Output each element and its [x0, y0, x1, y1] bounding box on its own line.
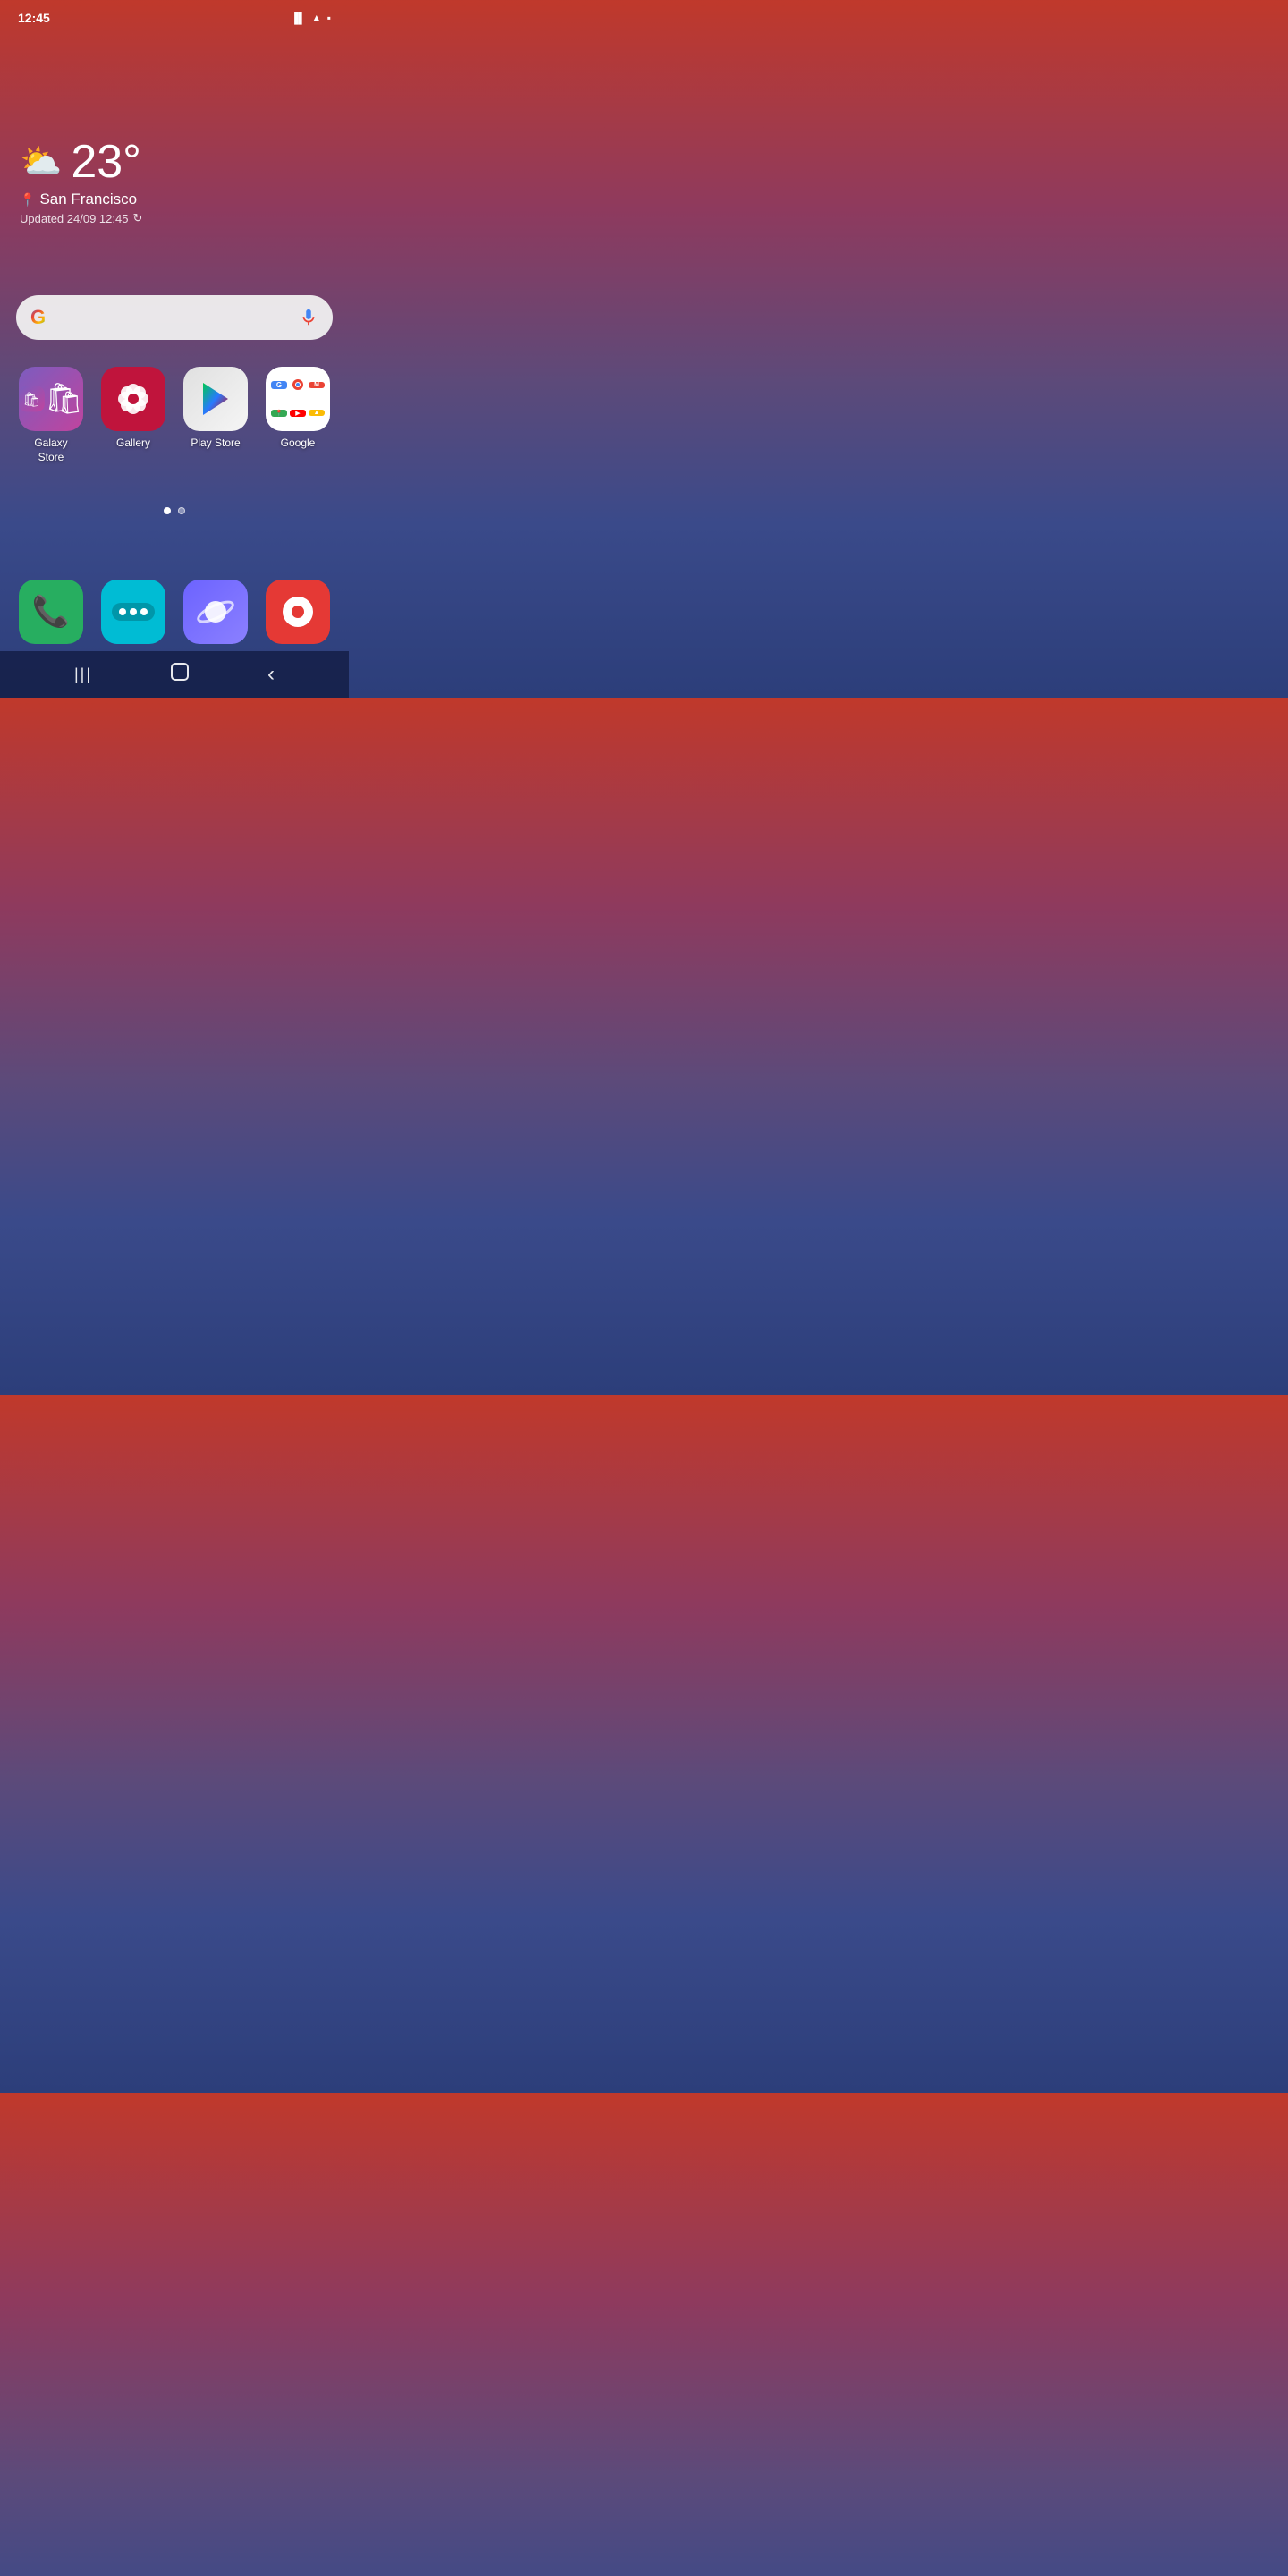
status-bar: 12:45 ▐▌ ▲ ▪ [0, 0, 349, 25]
dock-phone[interactable]: 📞 [15, 580, 87, 644]
play-store-label: Play Store [191, 436, 240, 451]
gallery-icon [101, 367, 165, 431]
galaxy-store-label: GalaxyStore [34, 436, 67, 464]
weather-location: 📍 San Francisco [20, 191, 142, 208]
app-play-store[interactable]: Play Store [180, 367, 251, 464]
dock-record[interactable] [262, 580, 334, 644]
nav-bar: ||| ‹ [0, 651, 349, 698]
nav-menu-button[interactable]: ||| [74, 665, 92, 684]
dock-messages[interactable] [97, 580, 169, 644]
dock: 📞 [0, 580, 349, 644]
weather-condition-icon: ⛅ [20, 145, 62, 179]
page-indicators [164, 507, 185, 514]
app-grid: 🛍 GalaxyStore Gallery [0, 367, 349, 464]
saturn-icon [183, 580, 248, 644]
galaxy-store-icon: 🛍 [19, 367, 83, 431]
wifi-icon: ▲ [311, 12, 322, 24]
weather-widget[interactable]: ⛅ 23° 📍 San Francisco Updated 24/09 12:4… [20, 139, 142, 225]
dock-saturn[interactable] [180, 580, 251, 644]
record-icon [266, 580, 330, 644]
svg-text:🛍: 🛍 [22, 392, 40, 408]
gallery-label: Gallery [116, 436, 150, 451]
mic-icon[interactable] [299, 308, 318, 327]
location-pin-icon: 📍 [20, 192, 35, 208]
messages-icon [101, 580, 165, 644]
refresh-icon: ↻ [132, 211, 142, 225]
nav-back-button[interactable]: ‹ [267, 662, 275, 687]
app-gallery[interactable]: Gallery [97, 367, 169, 464]
google-folder-icon: G M 📍 ▶ ▲ [266, 367, 330, 431]
weather-temperature: 23° [71, 139, 141, 185]
status-icons: ▐▌ ▲ ▪ [291, 12, 331, 24]
app-google[interactable]: G M 📍 ▶ ▲ Google [262, 367, 334, 464]
page-dot-1 [164, 507, 171, 514]
nav-home-button[interactable] [169, 661, 191, 688]
play-store-icon [183, 367, 248, 431]
phone-icon: 📞 [19, 580, 83, 644]
page-dot-2 [178, 507, 185, 514]
google-g-logo: G [30, 306, 46, 329]
status-time: 12:45 [18, 11, 50, 25]
google-search-bar[interactable]: G [16, 295, 333, 340]
google-label: Google [281, 436, 316, 451]
app-galaxy-store[interactable]: 🛍 GalaxyStore [15, 367, 87, 464]
signal-icon: ▐▌ [291, 12, 306, 24]
weather-updated: Updated 24/09 12:45 ↻ [20, 211, 142, 225]
battery-icon: ▪ [327, 12, 331, 24]
